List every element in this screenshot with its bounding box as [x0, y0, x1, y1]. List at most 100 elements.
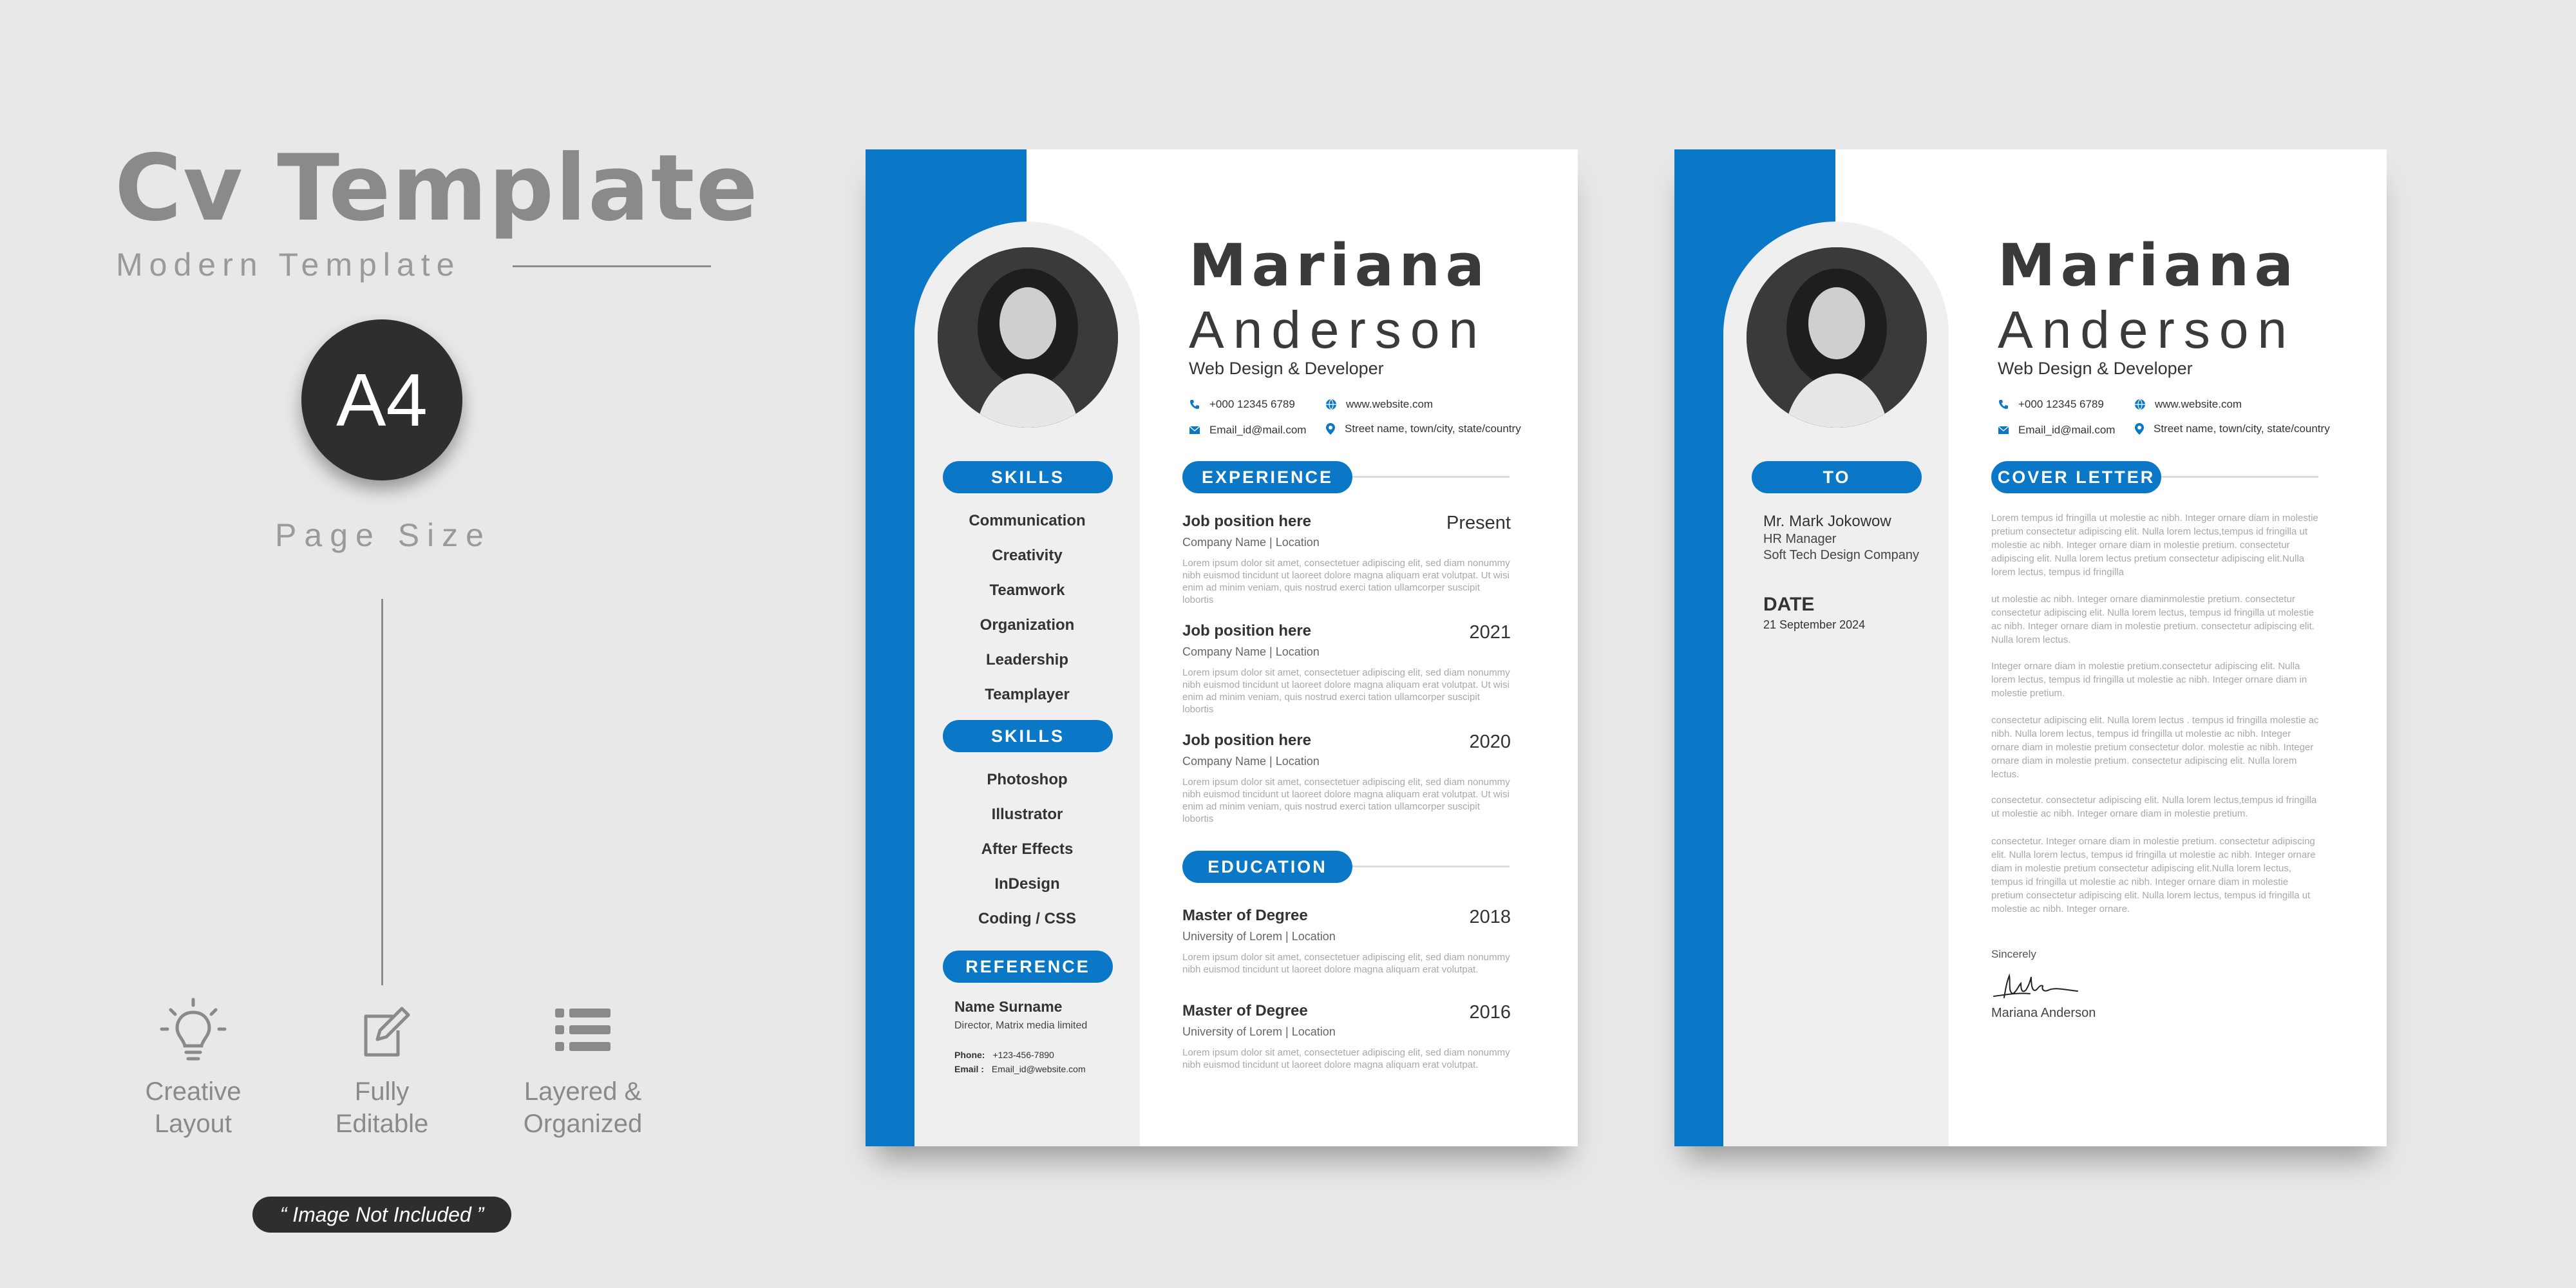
- software-item: Illustrator: [991, 806, 1063, 823]
- page-size-label: Page Size: [275, 517, 491, 553]
- education-label: EDUCATION: [1182, 851, 1352, 883]
- email-text: Email_id@mail.com: [2018, 424, 2116, 436]
- feature-line-1: Fully: [354, 1077, 410, 1106]
- job-company: Company Name | Location: [1182, 536, 1320, 549]
- cover-letter-label: COVER LETTER: [1991, 461, 2161, 493]
- signature-image: [1993, 973, 2078, 998]
- letter-paragraph: consectetur. Integer ornare diam in mole…: [1991, 836, 2316, 914]
- education-item: Master of Degree 2016 University of Lore…: [1182, 1002, 1511, 1071]
- degree-school: University of Lorem | Location: [1182, 1025, 1336, 1038]
- recipient-company: Soft Tech Design Company: [1763, 548, 1919, 562]
- promo-subtitle: Modern Template: [116, 247, 461, 283]
- job-year: 2020: [1469, 732, 1511, 752]
- degree-year: 2018: [1469, 907, 1511, 927]
- experience-label: EXPERIENCE: [1182, 461, 1352, 493]
- job-role: Web Design & Developer: [1189, 359, 1384, 378]
- reference-email-label: Email :: [954, 1064, 984, 1074]
- reference-role: Director, Matrix media limited: [954, 1020, 1088, 1031]
- feature-fully-editable: Fully Editable: [298, 997, 466, 1140]
- profile-photo: [938, 247, 1118, 428]
- contact-address: Street name, town/city, state/country: [1325, 422, 1521, 435]
- contact-phone: +000 12345 6789: [1998, 398, 2104, 411]
- job-title: Job position here: [1182, 622, 1312, 639]
- email-icon: [1189, 426, 1200, 434]
- to-label: TO: [1752, 461, 1922, 493]
- degree-title: Master of Degree: [1182, 907, 1308, 924]
- contact-address: Street name, town/city, state/country: [2134, 422, 2330, 435]
- cv-page: SKILLS Communication Creativity Teamwork…: [866, 149, 1578, 1146]
- reference-phone-label: Phone:: [954, 1050, 985, 1060]
- layers-list-icon: [555, 1009, 611, 1051]
- job-year: Present: [1446, 513, 1511, 533]
- education-item: Master of Degree 2018 University of Lore…: [1182, 907, 1511, 976]
- degree-title: Master of Degree: [1182, 1002, 1308, 1019]
- reference-label: REFERENCE: [943, 951, 1113, 983]
- recipient-title: HR Manager: [1763, 532, 1837, 546]
- edit-icon: [364, 1007, 410, 1057]
- lightbulb-icon: [160, 998, 227, 1061]
- job-title: Job position here: [1182, 732, 1312, 749]
- feature-line-2: Organized: [523, 1110, 643, 1138]
- experience-rule: [1342, 476, 1510, 478]
- phone-icon: [1999, 400, 2008, 409]
- feature-line-1: Creative: [145, 1077, 242, 1106]
- contact-email: Email_id@mail.com: [1998, 424, 2115, 437]
- promo-title: Cv Template: [115, 135, 759, 242]
- skill-item: Organization: [980, 616, 1075, 634]
- last-name: Anderson: [1189, 301, 1488, 359]
- software-item: InDesign: [994, 875, 1060, 893]
- job-company: Company Name | Location: [1182, 755, 1320, 768]
- degree-description: Lorem ipsum dolor sit amet, consectetuer…: [1182, 1047, 1510, 1070]
- feature-layered-organized: Layered & Organized: [499, 997, 667, 1140]
- degree-description: Lorem ipsum dolor sit amet, consectetuer…: [1182, 952, 1510, 975]
- job-description: Lorem ipsum dolor sit amet, consectetuer…: [1182, 558, 1510, 605]
- phone-icon: [1190, 400, 1199, 409]
- software-item: Coding / CSS: [978, 910, 1076, 927]
- experience-item: Job position here 2020 Company Name | Lo…: [1182, 732, 1511, 825]
- reference-phone-value: +123-456-7890: [992, 1050, 1054, 1060]
- contact-phone: +000 12345 6789: [1189, 398, 1295, 411]
- email-icon: [1998, 426, 2009, 434]
- globe-icon: [1326, 399, 1336, 410]
- experience-item: Job position here Present Company Name |…: [1182, 513, 1511, 606]
- letter-paragraph: Lorem tempus id fringilla ut molestie ac…: [1991, 513, 2318, 578]
- website-text: www.website.com: [2155, 398, 2242, 410]
- degree-school: University of Lorem | Location: [1182, 930, 1336, 943]
- vertical-divider: [381, 599, 383, 985]
- skill-item: Teamplayer: [985, 686, 1070, 703]
- feature-creative-layout: Creative Layout: [109, 997, 277, 1140]
- software-list: Photoshop Illustrator After Effects InDe…: [914, 762, 1140, 936]
- job-company: Company Name | Location: [1182, 645, 1320, 658]
- skill-item: Creativity: [992, 547, 1063, 564]
- reference-name: Name Surname: [954, 998, 1063, 1015]
- a4-badge: A4: [301, 319, 462, 480]
- skill-item: Teamwork: [989, 582, 1065, 599]
- letter-paragraph: consectetur. consectetur adipiscing elit…: [1991, 795, 2317, 819]
- phone-text: +000 12345 6789: [2018, 398, 2104, 410]
- globe-icon: [2135, 399, 2145, 410]
- signature-name: Mariana Anderson: [1991, 1006, 2096, 1020]
- email-text: Email_id@mail.com: [1209, 424, 1307, 436]
- skill-item: Leadership: [985, 651, 1069, 668]
- recipient-block: Mr. Mark Jokowow HR Manager Soft Tech De…: [1763, 513, 1919, 563]
- skills-list: Communication Creativity Teamwork Organi…: [914, 504, 1140, 712]
- reference-email-value: Email_id@website.com: [991, 1064, 1086, 1074]
- experience-item: Job position here 2021 Company Name | Lo…: [1182, 622, 1511, 715]
- reference-email: Email : Email_id@website.com: [954, 1064, 1086, 1074]
- cover-letter-rule: [2151, 476, 2318, 478]
- cover-letter-page: TO Mr. Mark Jokowow HR Manager Soft Tech…: [1674, 149, 2387, 1146]
- degree-year: 2016: [1469, 1002, 1511, 1023]
- address-text: Street name, town/city, state/country: [1345, 422, 1521, 435]
- date-value: 21 September 2024: [1763, 618, 1866, 631]
- reference-phone: Phone: +123-456-7890: [954, 1050, 1054, 1060]
- job-role: Web Design & Developer: [1998, 359, 2193, 378]
- address-text: Street name, town/city, state/country: [2154, 422, 2330, 435]
- feature-line-2: Editable: [335, 1110, 429, 1138]
- letter-paragraph: ut molestie ac nibh. Integer ornare diam…: [1991, 594, 2315, 645]
- recipient-name: Mr. Mark Jokowow: [1763, 513, 1891, 530]
- date-label: DATE: [1763, 594, 1815, 615]
- software-item: Photoshop: [987, 771, 1068, 788]
- skills-label: SKILLS: [943, 461, 1113, 493]
- job-year: 2021: [1469, 622, 1511, 643]
- contact-email: Email_id@mail.com: [1189, 424, 1306, 437]
